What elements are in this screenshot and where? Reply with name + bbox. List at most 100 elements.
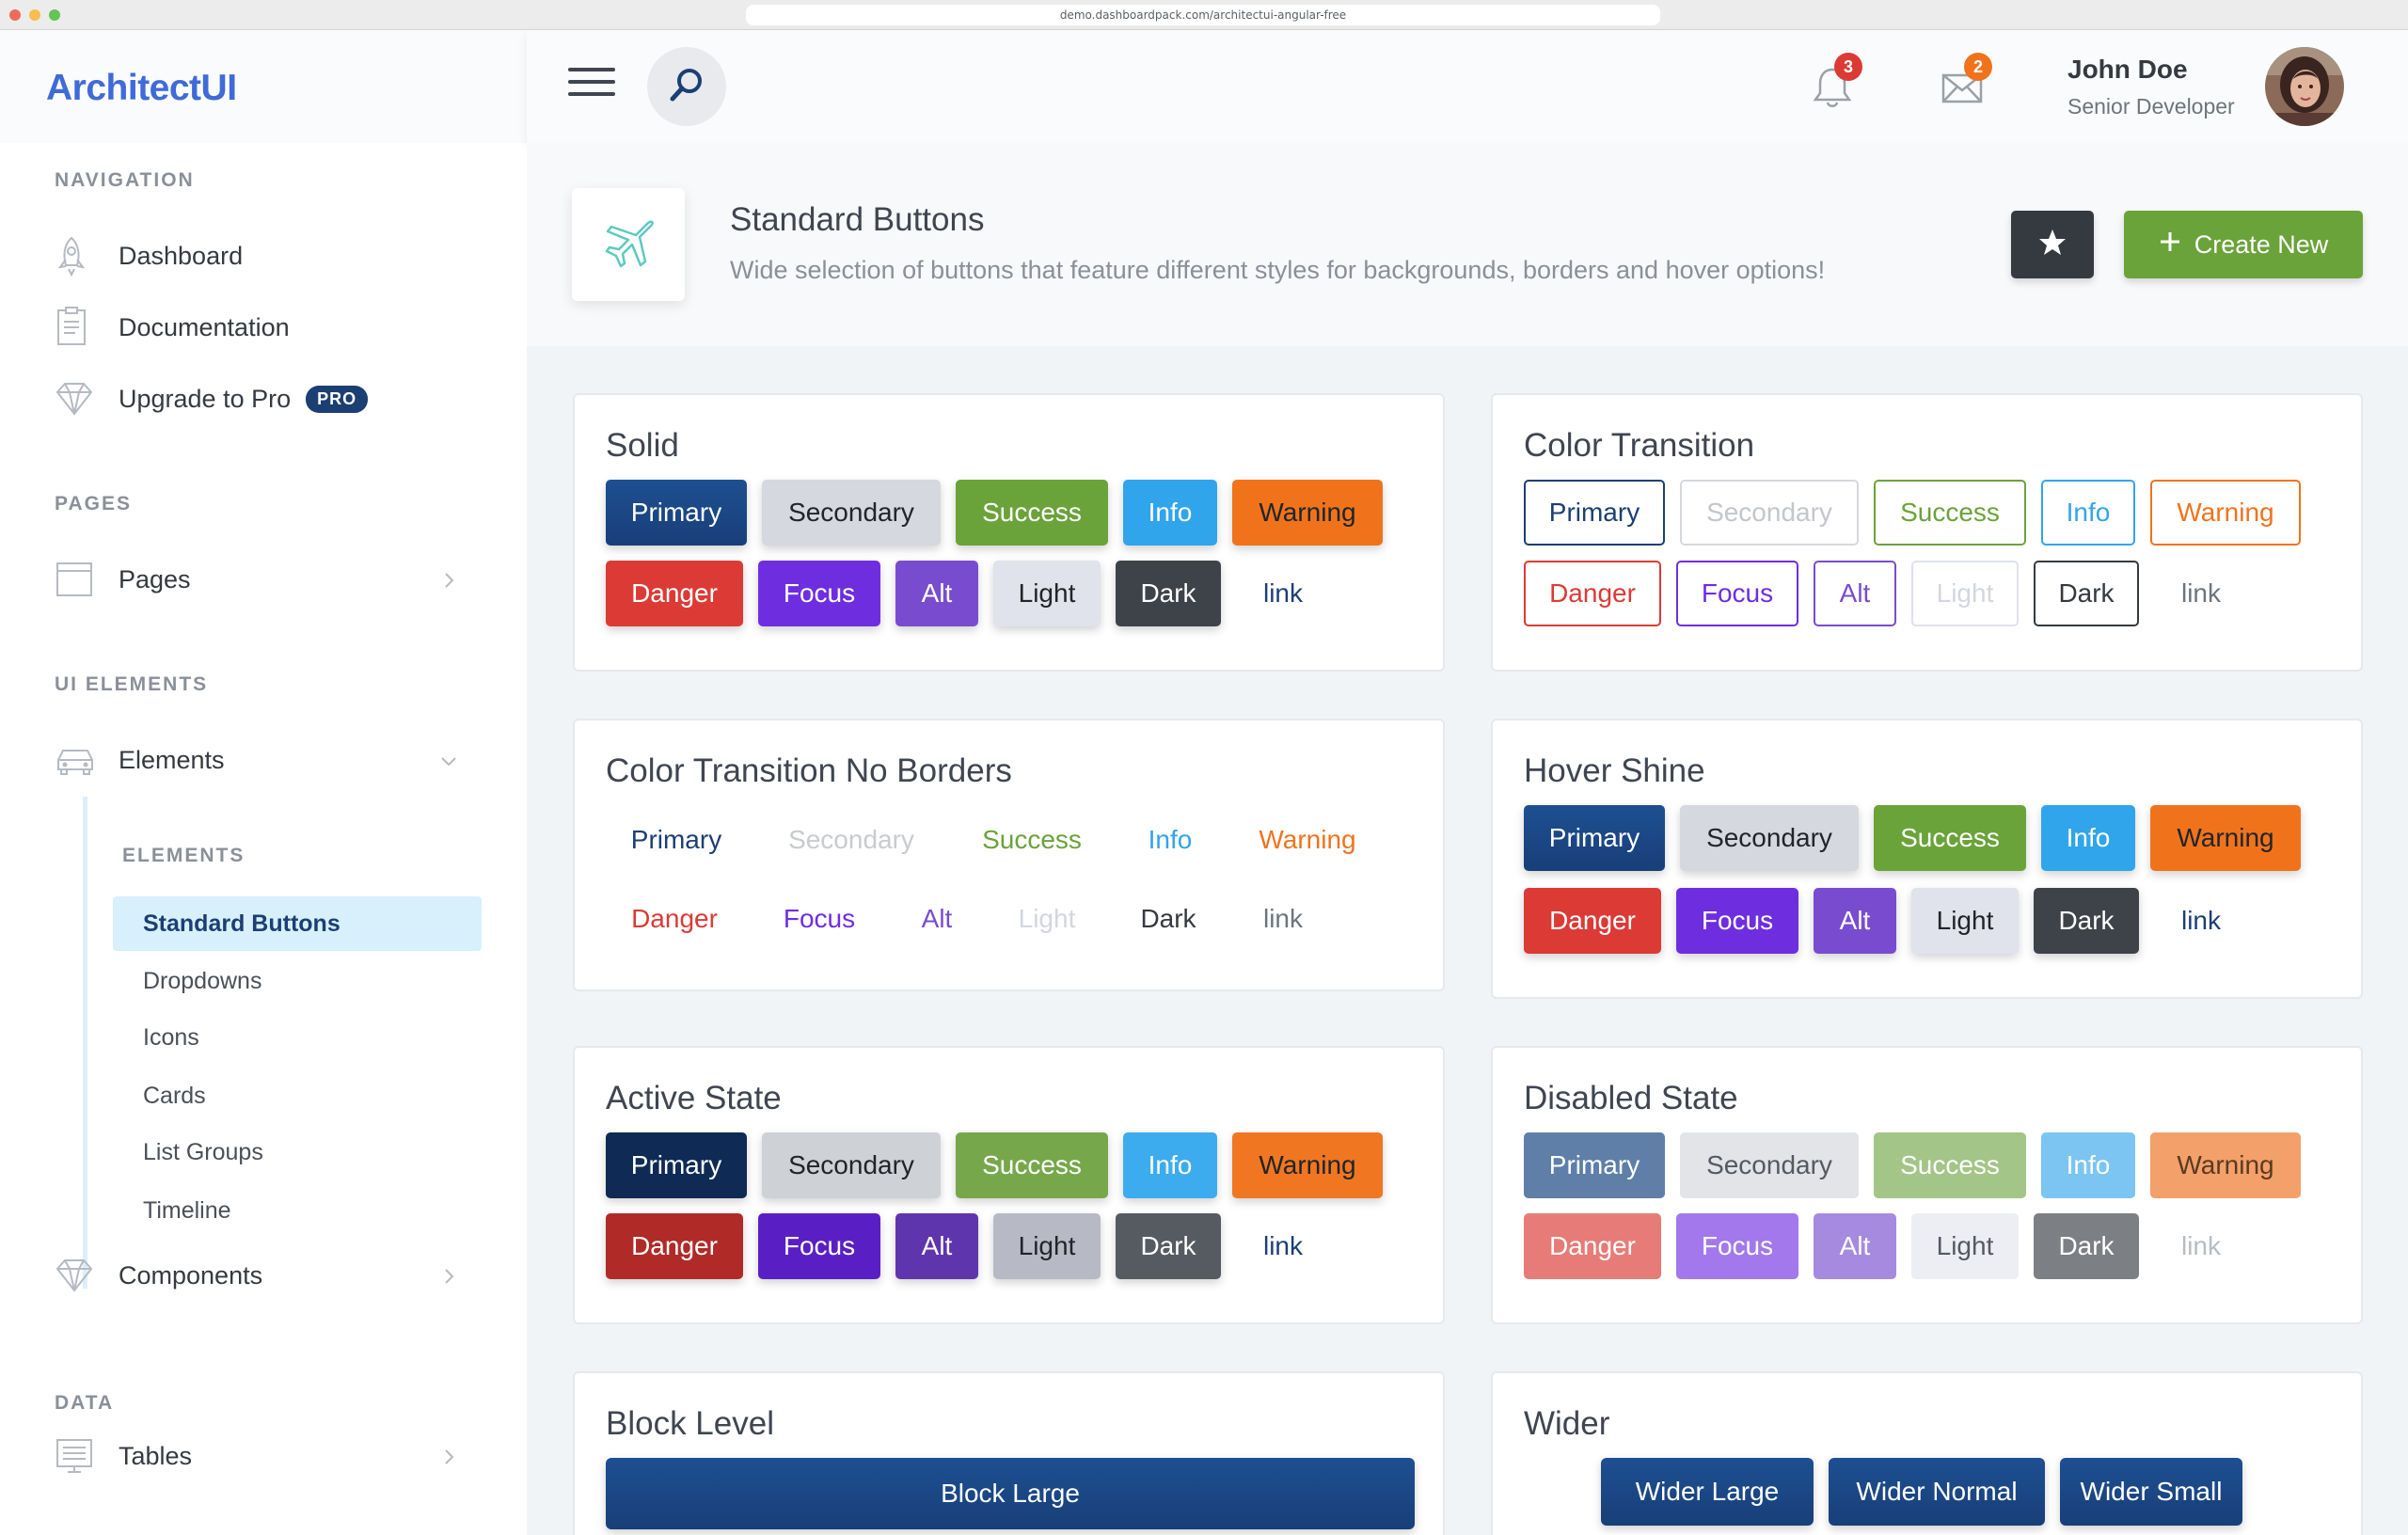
messages-button[interactable]: 2 [1934,53,1992,115]
light-button[interactable]: Light [1911,888,2019,954]
sidebar-item-dashboard[interactable]: Dashboard [55,228,478,284]
warning-button[interactable]: Warning [1232,1132,1383,1198]
alt-button[interactable]: Alt [1814,561,1896,626]
menu-icon[interactable] [568,68,615,102]
browser-chrome: demo.dashboardpack.com/architectui-angul… [0,0,2408,30]
info-button[interactable]: Info [1123,1132,1217,1198]
success-button[interactable]: Success [956,807,1108,873]
link-button[interactable]: link [2154,888,2248,954]
secondary-button[interactable]: Secondary [1680,480,1859,546]
link-button[interactable]: link [1236,561,1330,626]
star-icon [2037,228,2067,262]
success-button[interactable]: Success [956,480,1108,546]
focus-button[interactable]: Focus [1676,888,1798,954]
logo[interactable]: ArchitectUI [46,68,237,109]
primary-button[interactable]: Primary [606,807,747,873]
page-subtitle: Wide selection of buttons that feature d… [730,256,1826,284]
alt-button[interactable]: Alt [895,1213,978,1279]
secondary-button[interactable]: Secondary [1680,805,1859,871]
danger-button[interactable]: Danger [606,1213,743,1279]
dark-button[interactable]: Dark [2034,561,2139,626]
alt-button[interactable]: Alt [895,561,978,626]
secondary-button[interactable]: Secondary [762,807,941,873]
card-block-level: Block Level Block Large [573,1371,1445,1535]
secondary-button[interactable]: Secondary [762,1132,941,1198]
user-name[interactable]: John Doe [2067,55,2188,85]
warning-button[interactable]: Warning [2150,480,2301,546]
wider-small-button[interactable]: Wider Small [2060,1458,2242,1526]
primary-button[interactable]: Primary [606,480,747,546]
chevron-right-icon [438,1445,459,1474]
light-button[interactable]: Light [993,1213,1101,1279]
sidebar-subitem-list-groups[interactable]: List Groups [113,1125,482,1179]
info-button[interactable]: Info [1123,807,1217,873]
secondary-button: Secondary [1680,1132,1859,1198]
alt-button[interactable]: Alt [1814,888,1896,954]
primary-button[interactable]: Primary [1524,805,1665,871]
danger-button[interactable]: Danger [1524,561,1661,626]
sidebar-item-upgrade[interactable]: Upgrade to Pro PRO [55,371,478,427]
sidebar-item-components[interactable]: Components [55,1247,478,1304]
search-button[interactable] [647,47,726,126]
link-button[interactable]: link [1236,1213,1330,1279]
alt-button[interactable]: Alt [895,886,978,952]
card-title: Hover Shine [1524,752,1705,789]
dark-button[interactable]: Dark [1116,886,1221,952]
notifications-button[interactable]: 3 [1804,53,1862,115]
danger-button[interactable]: Danger [1524,888,1661,954]
window-zoom-dot[interactable] [49,9,60,21]
chevron-right-icon [438,568,459,597]
avatar[interactable] [2265,47,2344,126]
link-button: link [2180,1231,2221,1260]
sidebar-subitem-timeline[interactable]: Timeline [113,1183,482,1238]
card-no-borders: Color Transition No Borders Primary Seco… [573,719,1445,991]
light-button[interactable]: Light [993,886,1101,952]
sidebar-subitem-dropdowns[interactable]: Dropdowns [113,954,482,1008]
success-button[interactable]: Success [1874,480,2026,546]
light-button[interactable]: Light [1911,561,2019,626]
warning-button[interactable]: Warning [2150,805,2301,871]
sidebar-subitem-cards[interactable]: Cards [113,1068,482,1123]
primary-button[interactable]: Primary [606,1132,747,1198]
focus-button[interactable]: Focus [758,1213,880,1279]
window-close-dot[interactable] [9,9,21,21]
sidebar-subitem-standard-buttons[interactable]: Standard Buttons [113,896,482,951]
window-minimize-dot[interactable] [29,9,40,21]
link-button[interactable]: link [2154,561,2248,626]
favorite-button[interactable] [2011,211,2094,278]
info-button[interactable]: Info [2041,805,2135,871]
info-button[interactable]: Info [2041,480,2135,546]
sidebar-item-elements[interactable]: Elements [55,732,478,788]
address-bar[interactable]: demo.dashboardpack.com/architectui-angul… [746,5,1660,25]
card-title: Active State [606,1080,782,1116]
wider-large-button[interactable]: Wider Large [1601,1458,1814,1526]
chevron-down-icon [438,749,459,778]
sidebar-item-documentation[interactable]: Documentation [55,299,478,356]
focus-button[interactable]: Focus [758,886,880,952]
envelope-icon [1934,73,1990,119]
sidebar-subitem-icons[interactable]: Icons [113,1010,482,1065]
focus-button[interactable]: Focus [758,561,880,626]
warning-button[interactable]: Warning [1232,807,1383,873]
success-button[interactable]: Success [956,1132,1108,1198]
dark-button[interactable]: Dark [1116,561,1221,626]
secondary-button[interactable]: Secondary [762,480,941,546]
danger-button[interactable]: Danger [606,886,743,952]
sidebar-item-pages[interactable]: Pages [55,551,478,608]
dark-button[interactable]: Dark [2034,888,2139,954]
success-button[interactable]: Success [1874,805,2026,871]
light-button[interactable]: Light [993,561,1101,626]
warning-button[interactable]: Warning [1232,480,1383,546]
sidebar-item-tables[interactable]: Tables [55,1428,478,1484]
dark-button[interactable]: Dark [1116,1213,1221,1279]
wider-normal-button[interactable]: Wider Normal [1829,1458,2045,1526]
primary-button[interactable]: Primary [1524,480,1665,546]
danger-button[interactable]: Danger [606,561,743,626]
create-new-button[interactable]: Create New [2124,211,2363,278]
search-icon [667,65,706,109]
link-button[interactable]: link [1236,886,1330,952]
info-button[interactable]: Info [1123,480,1217,546]
card-color-transition: Color Transition Primary Secondary Succe… [1491,393,2363,672]
focus-button[interactable]: Focus [1676,561,1798,626]
block-large-button[interactable]: Block Large [606,1458,1415,1529]
